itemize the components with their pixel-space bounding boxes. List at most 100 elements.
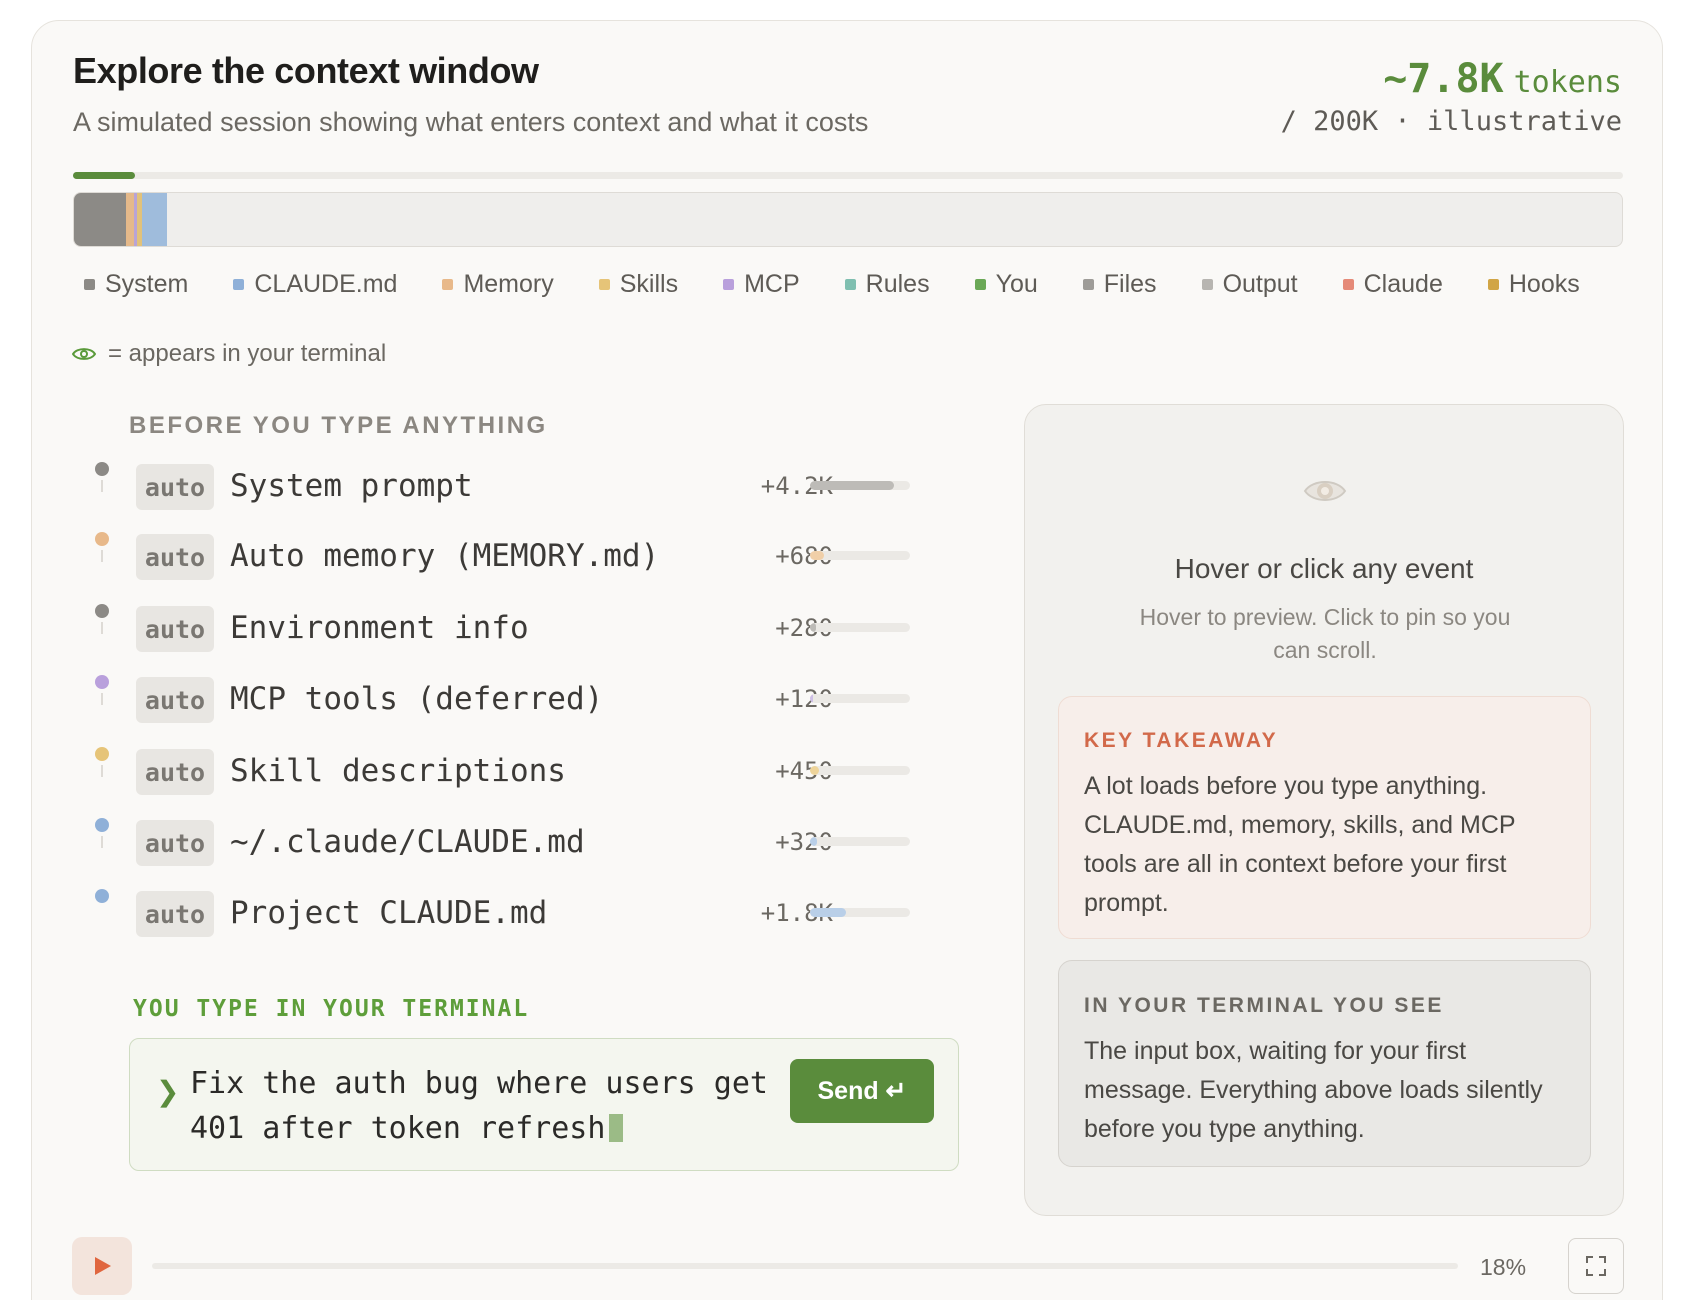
legend-item: MCP — [723, 270, 800, 299]
context-segment — [126, 193, 134, 246]
token-limit: / 200K · illustrative — [1280, 106, 1622, 137]
event-row[interactable]: auto Environment info +280 — [88, 604, 918, 652]
legend-label: Skills — [619, 270, 679, 298]
text-cursor — [609, 1114, 624, 1142]
token-count: ~7.8K — [1383, 56, 1504, 102]
legend-swatch — [723, 279, 735, 290]
eye-icon — [72, 348, 96, 360]
detail-panel-hint: Hover to preview. Click to pin so you ca… — [1139, 604, 1511, 663]
page-subtitle: A simulated session showing what enters … — [73, 107, 869, 137]
event-cost-bar-fill — [810, 623, 816, 632]
event-tag: auto — [136, 749, 214, 795]
event-tag: auto — [136, 891, 214, 937]
legend-label: Hooks — [1508, 270, 1580, 298]
legend-swatch — [844, 279, 856, 290]
legend-item: System — [84, 270, 188, 299]
event-row[interactable]: auto Project CLAUDE.md +1.8K — [88, 889, 918, 937]
playback-timeline[interactable] — [152, 1263, 1458, 1269]
play-button[interactable] — [72, 1237, 132, 1295]
eye-note-text: = appears in your terminal — [108, 340, 387, 367]
event-dot — [95, 818, 109, 832]
event-cost-bar — [810, 766, 910, 775]
legend-item: CLAUDE.md — [233, 270, 397, 299]
event-dot — [95, 675, 109, 689]
terminal-input-box[interactable]: ❯ Fix the auth bug where users get 401 a… — [129, 1038, 959, 1171]
event-name: Skill descriptions — [230, 753, 566, 789]
legend-label: Memory — [463, 270, 554, 298]
event-cost-bar — [810, 908, 910, 917]
key-takeaway-text: A lot loads before you type anything. CL… — [1084, 772, 1516, 917]
terminal-message-text: Fix the auth bug where users get 401 aft… — [190, 1066, 768, 1146]
legend-swatch — [1342, 279, 1354, 290]
legend-label: CLAUDE.md — [254, 270, 398, 298]
event-cost-bar-fill — [810, 694, 813, 703]
event-cost-bar — [810, 623, 910, 632]
event-dot — [95, 532, 109, 546]
you-type-label: YOU TYPE IN YOUR TERMINAL — [133, 996, 530, 1022]
legend-item: Skills — [598, 270, 679, 299]
context-segment — [142, 193, 167, 246]
legend-swatch — [442, 279, 454, 290]
legend-label: Claude — [1363, 270, 1443, 298]
legend: System CLAUDE.md Memory Skills MCP Rules You Fi… — [84, 270, 1580, 299]
event-cost-bar — [810, 694, 910, 703]
event-row[interactable]: auto System prompt +4.2K — [88, 462, 918, 510]
page-title: Explore the context window — [73, 50, 539, 91]
legend-swatch — [974, 279, 986, 290]
legend-label: Output — [1222, 270, 1298, 298]
event-tag: auto — [136, 677, 214, 723]
event-dot — [95, 889, 109, 903]
terminal-preview-label: IN YOUR TERMINAL YOU SEE — [1084, 994, 1444, 1017]
legend-item: Rules — [844, 270, 930, 299]
event-tag: auto — [136, 534, 214, 580]
session-progress-fill — [73, 172, 135, 179]
event-cost-bar-fill — [810, 766, 819, 775]
legend-label: MCP — [744, 270, 800, 298]
prompt-symbol: ❯ — [156, 1076, 180, 1107]
send-button[interactable]: Send ↵ — [790, 1059, 934, 1123]
legend-label: Files — [1103, 270, 1157, 298]
terminal-preview-text: The input box, waiting for your first me… — [1084, 1037, 1543, 1143]
legend-swatch — [233, 279, 245, 290]
event-dot — [95, 747, 109, 761]
detail-panel-title: Hover or click any event — [1174, 553, 1474, 584]
event-row[interactable]: auto Auto memory (MEMORY.md) +680 — [88, 532, 918, 580]
key-takeaway-label: KEY TAKEAWAY — [1084, 729, 1279, 752]
event-cost-bar-fill — [810, 481, 894, 490]
event-connector — [101, 765, 103, 777]
legend-item: Hooks — [1487, 270, 1580, 299]
context-segment — [74, 193, 126, 246]
event-row[interactable]: auto ~/.claude/CLAUDE.md +320 — [88, 818, 918, 866]
legend-item: Output — [1201, 270, 1298, 299]
event-cost-bar-fill — [810, 837, 817, 846]
event-name: Project CLAUDE.md — [230, 895, 548, 931]
event-name: Environment info — [230, 610, 529, 646]
event-cost-bar — [810, 481, 910, 490]
event-connector — [101, 836, 103, 848]
legend-label: You — [995, 270, 1038, 298]
event-row[interactable]: auto MCP tools (deferred) +120 — [88, 675, 918, 723]
event-row[interactable]: auto Skill descriptions +450 — [88, 747, 918, 795]
expand-icon — [1586, 1256, 1606, 1276]
legend-item: Files — [1082, 270, 1157, 299]
terminal-preview-box: IN YOUR TERMINAL YOU SEE The input box, … — [1058, 960, 1591, 1167]
legend-item: You — [974, 270, 1038, 299]
event-connector — [101, 622, 103, 634]
fullscreen-button[interactable] — [1568, 1238, 1624, 1294]
token-counter: ~7.8K tokens — [1383, 56, 1622, 102]
event-name: System prompt — [230, 468, 473, 504]
legend-label: Rules — [865, 270, 930, 298]
event-tag: auto — [136, 606, 214, 652]
event-name: Auto memory (MEMORY.md) — [230, 538, 660, 574]
event-cost-bar — [810, 551, 910, 560]
legend-swatch — [1487, 279, 1499, 290]
detail-panel: Hover or click any event Hover to previe… — [1024, 404, 1624, 1216]
key-takeaway-box: KEY TAKEAWAY A lot loads before you type… — [1058, 696, 1591, 939]
eye-icon — [1303, 481, 1347, 501]
legend-swatch — [1082, 279, 1094, 290]
terminal-message[interactable]: Fix the auth bug where users get 401 aft… — [190, 1061, 790, 1151]
terminal-visibility-note: = appears in your terminal — [72, 340, 386, 368]
event-tag: auto — [136, 820, 214, 866]
event-cost-bar-fill — [810, 551, 824, 560]
session-progress — [73, 172, 1623, 179]
